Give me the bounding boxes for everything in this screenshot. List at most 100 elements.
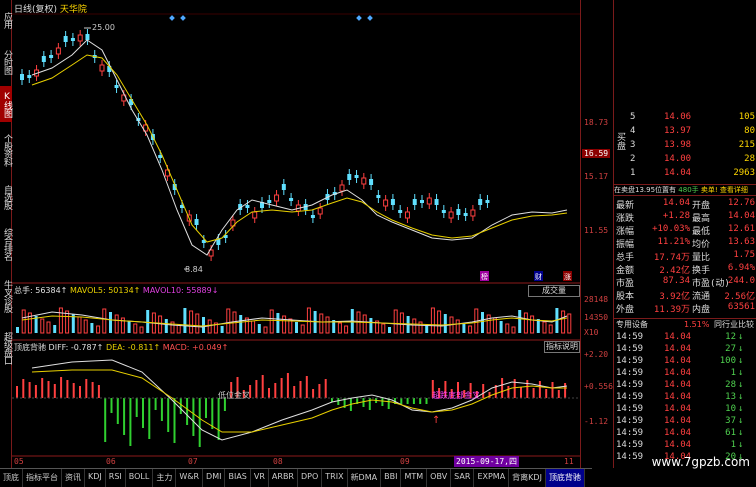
- tab-ranking[interactable]: 综合排名: [0, 220, 12, 268]
- candlesticks: [20, 29, 490, 261]
- svg-text:涨: 涨: [564, 272, 571, 281]
- sell-price: 14.04: [664, 168, 692, 178]
- stat-value: 14.04: [727, 211, 755, 221]
- tick-price: 14.04: [664, 404, 692, 414]
- stat-row: 最新 14.04 开盘 12.76: [614, 198, 756, 212]
- stat-key: 流通: [692, 292, 711, 302]
- chart-title: 日线(复权) 天华院: [14, 2, 87, 15]
- tab-super-tape[interactable]: 超级盘口: [0, 324, 12, 372]
- indicator-tab[interactable]: EXPMA: [474, 469, 510, 487]
- volume-unit-button[interactable]: 成交量: [528, 285, 580, 297]
- sell-level-row[interactable]: 4 13.97 80: [614, 126, 756, 140]
- stat-value: 14.04: [662, 198, 690, 208]
- mavol5: MAVOL5: 50134↑: [69, 286, 141, 295]
- indicator-tab[interactable]: TRIX: [322, 469, 348, 487]
- stat-value: 11.21%: [657, 237, 690, 247]
- order-alert-link[interactable]: 卖单! 查看详细: [701, 186, 748, 194]
- indicator-tab[interactable]: BBI: [381, 469, 402, 487]
- indicator-tab[interactable]: VR: [251, 469, 269, 487]
- date-09: 09: [400, 457, 410, 466]
- stat-value: 2.42亿: [659, 266, 690, 276]
- indicator-tab[interactable]: BIAS: [225, 469, 251, 487]
- indicator-tab[interactable]: ARBR: [269, 469, 298, 487]
- industry-compare-button[interactable]: 同行业比较: [714, 319, 754, 331]
- indicator-tab[interactable]: RSI: [106, 469, 126, 487]
- indicator-tab[interactable]: DPO: [298, 469, 323, 487]
- sell-level-row[interactable]: 3 13.98 215: [614, 140, 756, 154]
- stat-key: 最高: [692, 214, 711, 224]
- quote-panel: 买盘 1 14.04 2963 2 14.00 28 3 13.98 215 4 13…: [613, 0, 756, 468]
- sell-price: 13.97: [664, 126, 692, 136]
- price-tick: 18.73: [584, 118, 609, 127]
- stat-row: 金额 2.42亿 换手 6.94%: [614, 263, 756, 277]
- indicator-tab[interactable]: KDJ: [85, 469, 106, 487]
- tick-direction-icon: ↓: [738, 356, 744, 366]
- stat-key: 涨跌: [616, 214, 635, 224]
- sell-level-row[interactable]: 1 14.04 2963: [614, 168, 756, 182]
- tick-volume: 37: [725, 416, 736, 426]
- stat-value: 13.63: [727, 237, 755, 247]
- tab-stock-info[interactable]: 个股资料: [0, 126, 12, 174]
- sell-volume: 105: [738, 112, 755, 122]
- svg-text:财: 财: [535, 272, 542, 281]
- indicator-tab[interactable]: 资讯: [62, 469, 85, 487]
- stat-key: 量比: [692, 253, 711, 263]
- indicator-tab[interactable]: 顶底背驰: [545, 469, 585, 487]
- tick-time: 14:59: [616, 416, 644, 426]
- sell-level-row[interactable]: 2 14.00 28: [614, 154, 756, 168]
- indicator-tab[interactable]: 新DMA: [348, 469, 382, 487]
- stat-key: 市盈(动): [692, 279, 730, 289]
- golden-cross-oversold: 超跌底部金叉: [432, 390, 480, 400]
- date-cursor: 2015-09-17,四: [454, 456, 519, 467]
- industry-bar: 专用设备 1.51% 同行业比较: [614, 318, 756, 330]
- indicator-tab[interactable]: BOLL: [126, 469, 154, 487]
- tick-direction-icon: ↓: [738, 416, 744, 426]
- indicator-explain-button[interactable]: 指标说明: [544, 341, 580, 353]
- tick-price: 14.04: [664, 380, 692, 390]
- tick-direction-icon: ↓: [738, 392, 744, 402]
- tab-intraday[interactable]: 分时图: [0, 42, 12, 82]
- price-axis: 18.73 16.59 15.17 11.55 28148 14350 X10 …: [580, 0, 613, 468]
- macd-tick: +0.556: [584, 382, 613, 391]
- golden-cross-low: 低位金叉: [218, 390, 250, 400]
- tab-kline[interactable]: K线图: [0, 86, 12, 122]
- macd-value: MACD: +0.049↑: [162, 343, 229, 352]
- tick-time: 14:59: [616, 440, 644, 450]
- order-alert[interactable]: 在卖盘13.95位置有 480手 卖单! 查看详细: [614, 184, 756, 196]
- chart-mode[interactable]: 日线(复权): [14, 5, 57, 15]
- indicator-tab[interactable]: 背离KDJ: [509, 469, 546, 487]
- tab-diagnose[interactable]: 牛叉诊股: [0, 272, 12, 320]
- indicator-tab[interactable]: SAR: [451, 469, 475, 487]
- stat-row: 振幅 11.21% 均价 13.63: [614, 237, 756, 251]
- indicator-tab[interactable]: 指标平台: [23, 469, 62, 487]
- stat-value: +1.28: [662, 211, 690, 221]
- tick-price: 14.04: [664, 344, 692, 354]
- date-06: 06: [106, 457, 116, 466]
- stat-value: 244.0: [727, 276, 755, 286]
- stat-value: 63561: [727, 302, 755, 312]
- tick-direction-icon: ↓: [738, 404, 744, 414]
- left-tab-bar: 应用 分时图 K线图 个股资料 自选股 综合排名 牛叉诊股 超级盘口: [0, 0, 12, 468]
- tick-price: 14.04: [664, 416, 692, 426]
- sell-price: 13.98: [664, 140, 692, 150]
- sell-volume: 215: [738, 140, 755, 150]
- stat-key: 最低: [692, 227, 711, 237]
- tab-apply[interactable]: 应用: [0, 2, 12, 38]
- indicator-tab[interactable]: OBV: [427, 469, 452, 487]
- stat-key: 开盘: [692, 201, 711, 211]
- indicator-tab[interactable]: W&R: [176, 469, 204, 487]
- tick-time: 14:59: [616, 332, 644, 342]
- tick-volume: 61: [725, 428, 736, 438]
- kline-chart-area[interactable]: 25.00 8.84 榜 财 涨 低位金叉 超跌底部金叉 ↑ 日线(复权) 天华…: [12, 0, 580, 468]
- tick-price: 14.04: [664, 332, 692, 342]
- sell-level-row[interactable]: 5 14.06 105: [614, 112, 756, 126]
- indicator-tab[interactable]: 顶底: [0, 469, 23, 487]
- tab-watchlist[interactable]: 自选股: [0, 178, 12, 216]
- indicator-tab[interactable]: MTM: [401, 469, 428, 487]
- indicator-tab[interactable]: 主力: [153, 469, 177, 487]
- macd-tick: +2.20: [584, 350, 609, 359]
- indicator-tab[interactable]: DMI: [203, 469, 226, 487]
- dea-value: DEA: -0.811↑: [105, 343, 161, 352]
- stat-row: 涨幅 +10.03% 最低 12.61: [614, 224, 756, 238]
- stat-key: 金额: [616, 266, 635, 276]
